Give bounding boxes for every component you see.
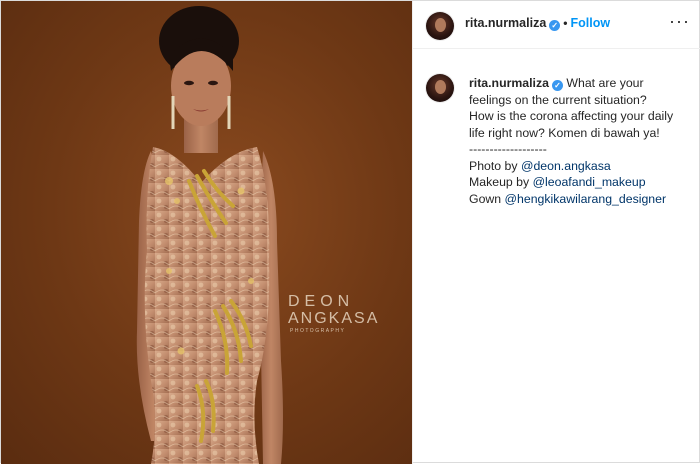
caption-line-4: life right now? Komen di bawah ya! — [469, 125, 660, 140]
verified-check-icon: ✓ — [549, 20, 561, 31]
caption-verified-check-icon: ✓ — [551, 80, 563, 91]
credit-photo: Photo by @deon.angkasa — [469, 158, 693, 175]
credit-photo-prefix: Photo by — [469, 158, 521, 173]
caption-line-1: What are your — [566, 76, 644, 90]
watermark-line-2: ANGKASA — [288, 310, 380, 327]
instagram-post: DEON ANGKASA PHOTOGRAPHY rita.nurmaliza ✓… — [0, 0, 700, 464]
caption-divider: ------------------- — [469, 142, 547, 156]
caption-line-3: How is the corona affecting your daily — [469, 109, 674, 123]
credit-makeup-link[interactable]: @leoafandi_makeup — [533, 175, 646, 189]
caption-text: rita.nurmaliza ✓ What are your feelings o… — [469, 75, 693, 207]
follow-button[interactable]: Follow — [570, 16, 610, 30]
credit-photo-link[interactable]: @deon.angkasa — [521, 159, 611, 173]
credit-gown-prefix: Gown — [469, 191, 505, 206]
credit-gown: Gown @hengkikawilarang_designer — [469, 191, 693, 208]
post-header: rita.nurmaliza ✓ • Follow ··· — [413, 1, 700, 49]
header-username[interactable]: rita.nurmaliza — [465, 16, 546, 30]
portrait-illustration — [136, 6, 283, 464]
avatar[interactable] — [426, 12, 454, 40]
caption-first-line: rita.nurmaliza ✓ What are your — [469, 75, 693, 92]
caption-line-2: feelings on the current situation? — [469, 92, 647, 107]
more-options-icon[interactable]: ··· — [669, 11, 690, 32]
watermark-line-1: DEON — [288, 293, 355, 310]
post-photo[interactable]: DEON ANGKASA PHOTOGRAPHY — [1, 1, 412, 464]
watermark-line-3: PHOTOGRAPHY — [290, 328, 346, 334]
header-user-row: rita.nurmaliza ✓ • Follow — [465, 16, 610, 31]
credit-makeup: Makeup by @leoafandi_makeup — [469, 174, 693, 191]
photographer-watermark: DEON ANGKASA PHOTOGRAPHY — [288, 293, 398, 335]
caption-username[interactable]: rita.nurmaliza — [469, 76, 549, 90]
credit-makeup-prefix: Makeup by — [469, 175, 533, 189]
post-side-panel: rita.nurmaliza ✓ • Follow ··· rita.nurmaliz… — [412, 1, 700, 464]
caption-avatar[interactable] — [426, 74, 454, 102]
credit-gown-link[interactable]: @hengkikawilarang_designer — [505, 192, 667, 206]
separator-dot: • — [563, 16, 568, 30]
